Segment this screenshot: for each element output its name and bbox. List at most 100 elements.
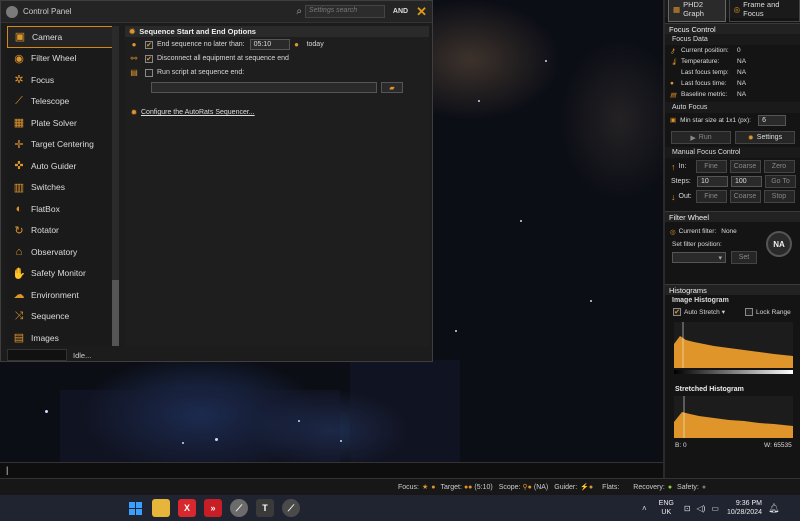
focus-data-row: ⚷ Current position: 0 <box>665 45 800 56</box>
sidebar-item-label: Sequence <box>31 311 70 322</box>
battery-icon[interactable]: ▭ <box>711 504 719 513</box>
app-x-icon[interactable]: X <box>178 499 196 517</box>
sidebar-item-label: Target Centering <box>31 139 94 150</box>
sidebar-item-switches[interactable]: ▥ Switches <box>7 177 119 199</box>
steps-coarse-input[interactable]: 100 <box>731 176 762 187</box>
section-gear-icon: ✹ <box>129 27 136 36</box>
tray-chevron-icon[interactable]: ˄ <box>642 504 647 513</box>
script-path-input[interactable] <box>151 82 377 93</box>
auto-guider-icon: ✜ <box>14 160 24 173</box>
sidebar-item-sequence[interactable]: ⤨ Sequence <box>7 306 119 328</box>
close-icon[interactable]: ✕ <box>416 4 427 20</box>
flats-status-label: Flats: <box>602 483 620 491</box>
sidebar-item-images[interactable]: ▤ Images <box>7 327 119 349</box>
lock-range-checkbox[interactable] <box>745 308 754 316</box>
set-filter-button[interactable]: Set <box>731 251 757 264</box>
sidebar-item-auto-guider[interactable]: ✜ Auto Guider <box>7 155 119 177</box>
steps-fine-input[interactable]: 10 <box>697 176 728 187</box>
start-windows-icon[interactable] <box>126 499 144 517</box>
sidebar-item-camera[interactable]: ▣ Camera <box>7 26 119 48</box>
sidebar-item-label: Safety Monitor <box>31 268 86 279</box>
sidebar-item-label: FlatBox <box>31 203 60 214</box>
sidebar-item-telescope[interactable]: ⟋ Telescope <box>7 91 119 113</box>
end-sequence-checkbox[interactable]: ✔ <box>145 40 153 49</box>
app-telescope-icon[interactable]: ⟋ <box>230 499 248 517</box>
in-coarse-button[interactable]: Coarse <box>729 160 761 173</box>
disconnect-checkbox[interactable]: ✔ <box>145 54 153 63</box>
out-coarse-button[interactable]: Coarse <box>729 190 761 203</box>
focus-data-key: ⚷ Current position: <box>670 47 729 55</box>
min-star-input[interactable]: 6 <box>758 114 787 126</box>
images-icon: ▤ <box>13 332 25 345</box>
focus-star-icon: ★ <box>422 484 429 491</box>
out-fine-button[interactable]: Fine <box>695 190 727 203</box>
sidebar-item-label: Environment <box>31 289 79 300</box>
target-status-label: Target: <box>440 483 462 491</box>
language-indicator[interactable]: ENG UK <box>659 499 674 517</box>
sidebar-item-observatory[interactable]: ⌂ Observatory <box>7 241 119 263</box>
focus-data-icon: 🌡︎ <box>670 59 679 66</box>
time-picker-icon[interactable]: ● <box>292 40 302 50</box>
command-input[interactable]: | <box>0 462 663 478</box>
equipment-status-bar: Focus: ★ ● Target: ●● (5:10) Scope: ⚲● (… <box>0 478 800 495</box>
auto-focus-title: Auto Focus <box>665 102 800 113</box>
autofocus-settings-button[interactable]: ✹ Settings <box>735 131 795 144</box>
file-explorer-icon[interactable] <box>152 499 170 517</box>
in-fine-button[interactable]: Fine <box>695 160 727 173</box>
tab-frame-and-focus[interactable]: ◎ Frame and Focus <box>728 0 800 22</box>
environment-icon: ☁ <box>13 289 25 302</box>
stretched-histogram-title: Stretched Histogram <box>675 386 744 393</box>
sidebar-item-focus[interactable]: ✲ Focus <box>7 69 119 91</box>
run-autofocus-button[interactable]: ▶ Run <box>671 131 731 144</box>
filter-position-select[interactable]: ▾ <box>672 252 726 263</box>
guider-icon: ⚡● <box>580 484 594 491</box>
disconnect-icon: ⚯ <box>130 54 138 63</box>
network-icon[interactable]: ⊡ <box>684 504 691 513</box>
manual-focus-title: Manual Focus Control <box>665 147 800 158</box>
sidebar-item-flatbox[interactable]: ◐ FlatBox <box>7 198 119 220</box>
goto-button[interactable]: Go To <box>765 175 796 188</box>
run-script-checkbox[interactable] <box>145 68 153 77</box>
white-point-label: W: 65535 <box>764 442 792 449</box>
folder-browse-icon[interactable]: ▰ <box>381 82 403 93</box>
stop-button[interactable]: Stop <box>763 190 795 203</box>
focus-data-key: ● Last focus time: <box>670 80 727 87</box>
settings-search-input[interactable]: Settings search <box>304 5 385 18</box>
sidebar-scrollbar[interactable] <box>112 26 119 346</box>
scope-status-value: (NA) <box>533 483 549 491</box>
sidebar-item-target-centering[interactable]: ✛ Target Centering <box>7 134 119 156</box>
search-icon[interactable]: ⌕ <box>296 6 302 17</box>
sidebar-item-rotator[interactable]: ↻ Rotator <box>7 220 119 242</box>
clock[interactable]: 9:36 PM 10/28/2024 <box>727 499 762 517</box>
focus-status-icon: ● <box>431 483 436 491</box>
volume-icon[interactable]: ◁) <box>697 504 706 513</box>
zero-button[interactable]: Zero <box>763 160 795 173</box>
auto-stretch-dropdown-icon[interactable]: ▾ <box>722 308 725 316</box>
scope-status-label: Scope: <box>498 483 521 491</box>
end-sequence-time-input[interactable]: 05:10 <box>249 39 290 50</box>
notification-bell-icon[interactable]: 🔔︎ <box>768 503 779 514</box>
tab-phd2-graph[interactable]: ▦ PHD2 Graph <box>668 0 726 22</box>
filter-badge: NA <box>766 231 792 257</box>
recovery-status-label: Recovery: <box>633 483 665 491</box>
target-status-value: (5:10) <box>474 483 493 491</box>
nina-app-icon[interactable]: ⟋ <box>282 499 300 517</box>
sidebar-item-filter-wheel[interactable]: ◉ Filter Wheel <box>7 48 119 70</box>
sidebar-item-safety-monitor[interactable]: ✋ Safety Monitor <box>7 263 119 285</box>
current-filter-label: Current filter: <box>678 228 717 235</box>
sidebar-item-plate-solver[interactable]: ▦ Plate Solver <box>7 112 119 134</box>
sidebar-scroll-thumb[interactable] <box>112 280 119 346</box>
out-label: Out: <box>678 193 692 200</box>
sidebar-item-label: Telescope <box>31 96 70 107</box>
histogram-gradient-bar <box>674 370 793 374</box>
target-icon: ●● <box>463 483 473 491</box>
app-t-icon[interactable]: T <box>256 499 274 517</box>
auto-stretch-checkbox[interactable]: ✔ <box>673 308 681 316</box>
image-histogram-title: Image Histogram <box>665 295 800 306</box>
and-toggle-button[interactable]: AND <box>393 8 408 15</box>
autorats-config-link[interactable]: Configure the AutoRats Sequencer... <box>141 109 255 116</box>
play-icon: ▶ <box>690 134 696 142</box>
sidebar-item-environment[interactable]: ☁ Environment <box>7 284 119 306</box>
focus-data-icon: ⚷ <box>670 48 675 55</box>
app-chevron-icon[interactable]: » <box>204 499 222 517</box>
